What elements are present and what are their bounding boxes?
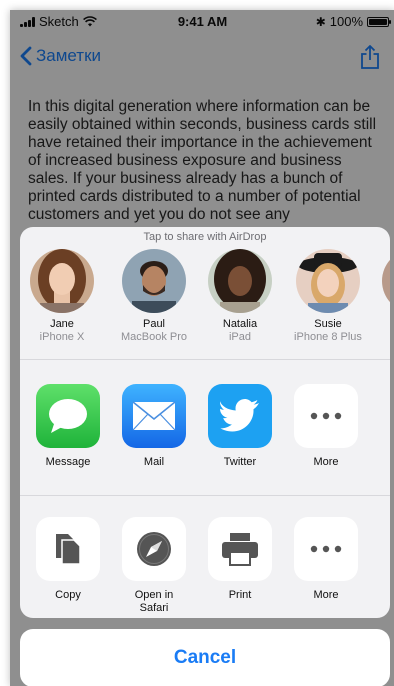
cancel-button[interactable]: Cancel (20, 629, 390, 686)
more-icon (294, 384, 358, 448)
app-label: Message (45, 456, 91, 468)
share-app-more[interactable]: More (288, 384, 364, 469)
share-app-message[interactable]: Message (30, 384, 106, 469)
avatar (122, 249, 186, 313)
copy-icon (36, 517, 100, 581)
person-device: iPhone 8 Plus (294, 331, 362, 343)
airdrop-person-susie[interactable]: Susie iPhone 8 Plus (284, 249, 372, 344)
mail-icon (122, 384, 186, 448)
action-label: Open in Safari (134, 589, 174, 614)
separator (20, 495, 390, 496)
action-open-in-safari[interactable]: Open in Safari (116, 517, 192, 615)
device-screen: Sketch 9:41 AM ✱ 100% Заметки In this di… (10, 10, 394, 686)
airdrop-person-paul[interactable]: Paul MacBook Pro (110, 249, 198, 344)
app-label: More (313, 456, 339, 468)
app-label: Mail (143, 456, 165, 468)
share-sheet: Tap to share with AirDrop Jane iPhone X (20, 227, 390, 618)
avatar (296, 249, 360, 313)
avatar (30, 249, 94, 313)
avatar (208, 249, 272, 313)
airdrop-person-natalia[interactable]: Natalia iPad (196, 249, 284, 344)
person-device: MacBook Pro (120, 331, 188, 343)
print-icon (208, 517, 272, 581)
action-label: Copy (55, 589, 81, 601)
separator (20, 359, 390, 360)
share-app-mail[interactable]: Mail (116, 384, 192, 469)
action-more[interactable]: More (288, 517, 364, 602)
action-copy[interactable]: Copy (30, 517, 106, 602)
message-icon (36, 384, 100, 448)
person-device: iPhone X (39, 331, 85, 343)
app-label: Twitter (223, 456, 257, 468)
person-name: Natalia (222, 318, 258, 330)
action-label: More (313, 589, 339, 601)
person-device: iPad (228, 331, 252, 343)
action-label: Print (228, 589, 252, 601)
person-name: Susie (314, 318, 342, 330)
person-name: Paul (142, 318, 166, 330)
action-print[interactable]: Print (202, 517, 278, 602)
twitter-icon (208, 384, 272, 448)
airdrop-caption: Tap to share with AirDrop (143, 231, 267, 243)
safari-icon (122, 517, 186, 581)
airdrop-person-jane[interactable]: Jane iPhone X (20, 249, 106, 344)
share-app-twitter[interactable]: Twitter (202, 384, 278, 469)
more-icon (294, 517, 358, 581)
airdrop-person-peek[interactable] (382, 249, 390, 313)
person-name: Jane (50, 318, 74, 330)
